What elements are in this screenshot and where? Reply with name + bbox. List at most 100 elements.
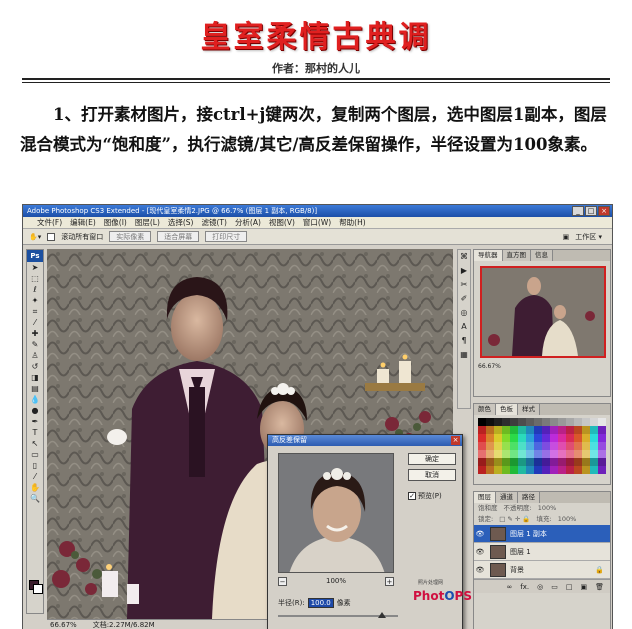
swatch[interactable] bbox=[486, 426, 494, 434]
hand-icon[interactable]: ✋ bbox=[27, 482, 43, 493]
swatch[interactable] bbox=[526, 458, 534, 466]
minimize-button[interactable]: _ bbox=[572, 206, 584, 216]
swatch[interactable] bbox=[494, 434, 502, 442]
marquee-tool-icon[interactable]: ⬚ bbox=[27, 273, 43, 284]
layer-style-icon[interactable]: fx. bbox=[520, 583, 529, 591]
crop-tool-icon[interactable]: ⌗ bbox=[27, 306, 43, 317]
swatch[interactable] bbox=[518, 442, 526, 450]
menu-filter[interactable]: 滤镜(T) bbox=[202, 217, 227, 228]
swatch[interactable] bbox=[478, 426, 486, 434]
swatch[interactable] bbox=[558, 450, 566, 458]
bridge-icon[interactable]: ▣ bbox=[563, 233, 570, 241]
tool-presets-icon[interactable]: ✂ bbox=[458, 278, 470, 292]
swatch[interactable] bbox=[550, 458, 558, 466]
eye-icon[interactable]: 👁 bbox=[474, 566, 486, 574]
swatch[interactable] bbox=[574, 434, 582, 442]
close-button[interactable]: × bbox=[598, 206, 610, 216]
ok-button[interactable]: 确定 bbox=[408, 453, 456, 465]
fill-value[interactable]: 100% bbox=[558, 514, 577, 525]
swatch[interactable] bbox=[590, 434, 598, 442]
swatch[interactable] bbox=[510, 426, 518, 434]
swatch[interactable] bbox=[550, 466, 558, 474]
tab-paths[interactable]: 路径 bbox=[518, 492, 540, 503]
tab-channels[interactable]: 通道 bbox=[496, 492, 518, 503]
layer-mask-icon[interactable]: ◎ bbox=[537, 583, 543, 591]
swatch[interactable] bbox=[558, 434, 566, 442]
shape-tool-icon[interactable]: ▭ bbox=[27, 449, 43, 460]
swatch[interactable] bbox=[502, 466, 510, 474]
swatch[interactable] bbox=[598, 418, 606, 426]
preview-checkbox[interactable]: ✓ bbox=[408, 492, 416, 500]
menu-edit[interactable]: 编辑(E) bbox=[70, 217, 96, 228]
swatch[interactable] bbox=[574, 466, 582, 474]
opacity-value[interactable]: 100% bbox=[538, 503, 557, 514]
swatch[interactable] bbox=[566, 466, 574, 474]
clone-stamp-icon[interactable]: ♙ bbox=[27, 350, 43, 361]
history-brush-icon[interactable]: ↺ bbox=[27, 361, 43, 372]
eye-icon[interactable]: 👁 bbox=[474, 530, 486, 538]
radius-input[interactable]: 100.0 bbox=[307, 598, 334, 608]
swatch[interactable] bbox=[566, 434, 574, 442]
swatch[interactable] bbox=[486, 458, 494, 466]
swatch[interactable] bbox=[590, 418, 598, 426]
swatch[interactable] bbox=[550, 442, 558, 450]
swatch[interactable] bbox=[518, 466, 526, 474]
swatch[interactable] bbox=[558, 418, 566, 426]
menu-help[interactable]: 帮助(H) bbox=[339, 217, 366, 228]
swatch[interactable] bbox=[510, 450, 518, 458]
menu-file[interactable]: 文件(F) bbox=[37, 217, 62, 228]
swatch[interactable] bbox=[582, 426, 590, 434]
layer-comps-icon[interactable]: ▦ bbox=[458, 348, 470, 362]
swatch[interactable] bbox=[502, 442, 510, 450]
swatch[interactable] bbox=[534, 434, 542, 442]
swatch[interactable] bbox=[534, 426, 542, 434]
pen-tool-icon[interactable]: ✒ bbox=[27, 416, 43, 427]
layer-row[interactable]: 👁 图层 1 副本 bbox=[474, 525, 610, 543]
fit-screen-button[interactable]: 适合屏幕 bbox=[157, 231, 200, 242]
zoom-in-button[interactable]: + bbox=[384, 577, 394, 586]
gradient-tool-icon[interactable]: ▤ bbox=[27, 383, 43, 394]
swatch[interactable] bbox=[526, 426, 534, 434]
navigator-zoom[interactable]: 66.67% bbox=[474, 363, 610, 370]
swatch[interactable] bbox=[542, 426, 550, 434]
maximize-button[interactable]: □ bbox=[585, 206, 597, 216]
swatch[interactable] bbox=[494, 466, 502, 474]
menu-view[interactable]: 视图(V) bbox=[269, 217, 295, 228]
radius-slider-thumb[interactable] bbox=[378, 612, 386, 618]
swatch[interactable] bbox=[558, 426, 566, 434]
swatch[interactable] bbox=[582, 442, 590, 450]
swatch[interactable] bbox=[518, 426, 526, 434]
healing-brush-icon[interactable]: ✚ bbox=[27, 328, 43, 339]
swatch[interactable] bbox=[502, 450, 510, 458]
cancel-button[interactable]: 取消 bbox=[408, 469, 456, 481]
adjustment-layer-icon[interactable]: ▭ bbox=[551, 583, 558, 591]
eraser-tool-icon[interactable]: ◨ bbox=[27, 372, 43, 383]
history-icon[interactable]: ⌘ bbox=[458, 250, 470, 264]
swatch[interactable] bbox=[542, 434, 550, 442]
swatch[interactable] bbox=[502, 418, 510, 426]
swatch[interactable] bbox=[542, 450, 550, 458]
swatch-grid[interactable] bbox=[478, 418, 608, 474]
brush-tool-icon[interactable]: ✎ bbox=[27, 339, 43, 350]
blur-tool-icon[interactable]: 💧 bbox=[27, 394, 43, 405]
swatch[interactable] bbox=[510, 466, 518, 474]
swatch[interactable] bbox=[542, 466, 550, 474]
swatch[interactable] bbox=[534, 450, 542, 458]
zoom-icon[interactable]: 🔍 bbox=[27, 493, 43, 504]
swatch[interactable] bbox=[518, 434, 526, 442]
swatch[interactable] bbox=[598, 434, 606, 442]
swatch[interactable] bbox=[510, 458, 518, 466]
lock-icons[interactable]: □ ✎ ✛ 🔒 bbox=[499, 514, 530, 525]
swatch[interactable] bbox=[502, 426, 510, 434]
swatch[interactable] bbox=[598, 458, 606, 466]
swatch[interactable] bbox=[494, 426, 502, 434]
menu-analysis[interactable]: 分析(A) bbox=[235, 217, 261, 228]
swatch[interactable] bbox=[582, 418, 590, 426]
swatch[interactable] bbox=[566, 426, 574, 434]
swatch[interactable] bbox=[478, 458, 486, 466]
brushes-icon[interactable]: ✐ bbox=[458, 292, 470, 306]
eyedropper-icon[interactable]: ⁄ bbox=[27, 471, 43, 482]
swatch[interactable] bbox=[582, 466, 590, 474]
layer-row[interactable]: 👁 图层 1 bbox=[474, 543, 610, 561]
zoom-level[interactable]: 66.67% bbox=[50, 620, 77, 629]
